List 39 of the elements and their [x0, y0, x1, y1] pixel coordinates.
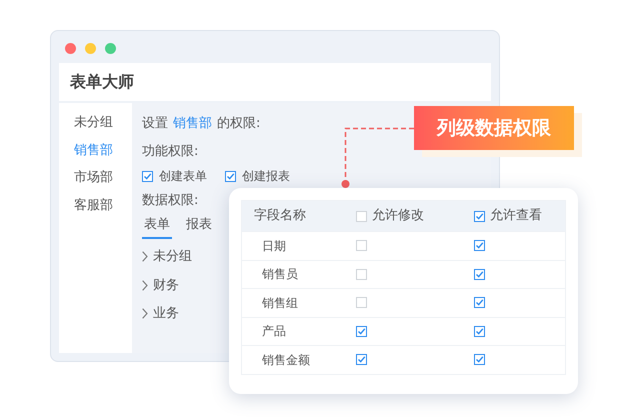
chevron-right-icon[interactable]: [142, 251, 148, 262]
checkbox[interactable]: [474, 354, 485, 366]
checkbox[interactable]: [142, 170, 153, 182]
checkbox[interactable]: [225, 170, 236, 182]
department-name: 销售部: [173, 115, 212, 133]
tree-item[interactable]: 业务: [153, 304, 179, 324]
sidebar-item[interactable]: 市场部: [74, 168, 113, 188]
column-header: 字段名称: [254, 207, 306, 226]
table-cell-text: 销售组: [262, 294, 298, 312]
table-cell-text: 日期: [262, 238, 286, 255]
checkbox[interactable]: [474, 268, 485, 280]
app-title: 表单大师: [70, 71, 134, 93]
sidebar-item[interactable]: 销售部: [74, 140, 113, 160]
checkbox-label: 创建报表: [242, 168, 290, 185]
header-checkbox[interactable]: [474, 210, 485, 222]
tab[interactable]: 报表: [184, 214, 214, 239]
chevron-right-icon[interactable]: [142, 308, 148, 320]
table-cell-text: 产品: [262, 323, 286, 340]
heading-text: 设置: [142, 115, 168, 133]
callout-label: 列级数据权限: [414, 106, 574, 150]
tree-item[interactable]: 财务: [153, 276, 179, 295]
section-label: 数据权限:: [142, 192, 198, 210]
column-header: 允许查看: [490, 207, 542, 226]
checkbox[interactable]: [474, 240, 485, 252]
sidebar-item[interactable]: 未分组: [74, 113, 113, 132]
tab[interactable]: 表单: [142, 214, 172, 239]
checkbox[interactable]: [356, 354, 367, 366]
table-cell-text: 销售金额: [262, 352, 310, 369]
chevron-right-icon[interactable]: [142, 280, 148, 291]
checkbox[interactable]: [474, 326, 485, 337]
section-label: 功能权限:: [142, 142, 198, 160]
tree-item[interactable]: 未分组: [153, 247, 192, 266]
column-header: 允许修改: [372, 207, 424, 226]
checkbox[interactable]: [474, 297, 485, 308]
checkbox-label: 创建表单: [159, 168, 207, 185]
sidebar-item[interactable]: 客服部: [74, 196, 113, 215]
heading-text: 的权限:: [217, 115, 260, 133]
table-cell-text: 销售员: [262, 266, 298, 284]
checkbox[interactable]: [356, 326, 367, 337]
